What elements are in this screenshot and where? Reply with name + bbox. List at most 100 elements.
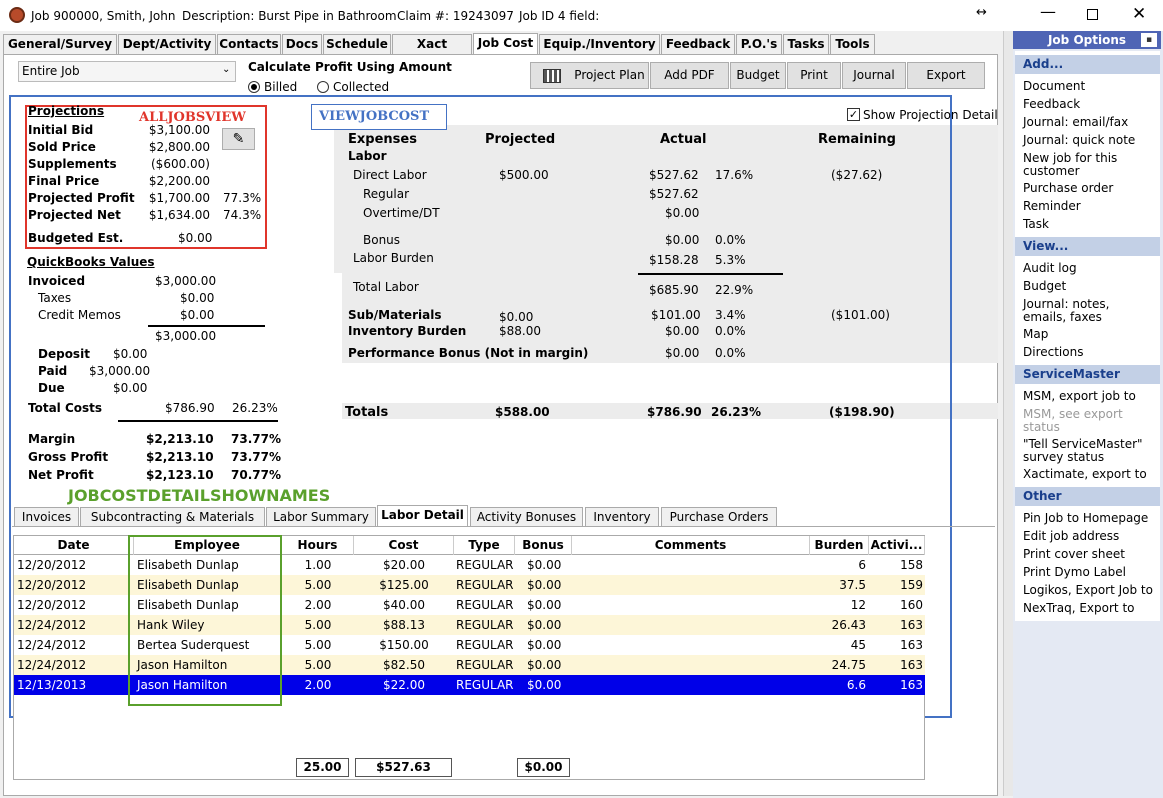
- budgeted-value: $0.00: [178, 231, 213, 245]
- due-value: $0.00: [113, 381, 148, 395]
- column-header[interactable]: Hours: [282, 536, 354, 555]
- sidebar-item[interactable]: Journal: quick note: [1023, 134, 1153, 147]
- tab-xact-status[interactable]: Xact Status: [392, 34, 472, 69]
- summary-pct: 73.77%: [231, 450, 281, 464]
- sidebar-item[interactable]: MSM, export job to: [1023, 390, 1153, 403]
- edit-projections-button[interactable]: ✎: [222, 128, 255, 150]
- table-cell: $40.00: [383, 598, 425, 612]
- job-scope-select[interactable]: Entire Job ⌄: [18, 61, 236, 82]
- tab-tools[interactable]: Tools: [830, 34, 875, 54]
- total-costs-divider: [118, 420, 278, 422]
- minimize-button[interactable]: —: [1040, 2, 1056, 21]
- labor-burden-pct: 5.3%: [715, 253, 746, 267]
- show-detail-label: Show Projection Detail: [863, 108, 998, 122]
- table-cell: 5.00: [304, 618, 332, 632]
- sidebar-item[interactable]: Journal: email/fax: [1023, 116, 1153, 129]
- billed-label: Billed: [264, 80, 298, 94]
- column-header[interactable]: Cost: [354, 536, 454, 555]
- journal-button[interactable]: Journal: [842, 62, 906, 89]
- performance-bonus-actual: $0.00: [665, 346, 700, 360]
- sidebar-item[interactable]: Directions: [1023, 346, 1153, 359]
- maximize-button[interactable]: [1087, 9, 1098, 20]
- column-header[interactable]: Date: [14, 536, 134, 555]
- sidebar-item[interactable]: Logikos, Export Job to: [1023, 584, 1153, 597]
- summary-pct: 70.77%: [231, 468, 281, 482]
- table-cell: 163: [900, 658, 923, 672]
- table-cell: $0.00: [527, 578, 562, 592]
- project-plan-button[interactable]: Project Plan: [530, 62, 649, 89]
- tab-subcontracting-materials[interactable]: Subcontracting & Materials: [80, 507, 265, 527]
- sidebar-item[interactable]: NexTraq, Export to: [1023, 602, 1153, 615]
- tab-feedback[interactable]: Feedback: [661, 34, 735, 54]
- tab-schedule[interactable]: Schedule: [323, 34, 391, 54]
- sidebar-item[interactable]: Xactimate, export to: [1023, 468, 1153, 481]
- tab-equip-inventory[interactable]: Equip./Inventory: [539, 34, 660, 54]
- sidebar-item[interactable]: Feedback: [1023, 98, 1153, 111]
- tab-tasks[interactable]: Tasks: [783, 34, 829, 54]
- total-labor-label: Total Labor: [353, 280, 419, 294]
- tab-dept-activity[interactable]: Dept/Activity: [118, 34, 216, 54]
- sidebar-item[interactable]: Edit job address: [1023, 530, 1153, 543]
- bonus-label: Bonus: [363, 233, 401, 247]
- column-header[interactable]: Comments: [572, 536, 810, 555]
- budget-button[interactable]: Budget: [730, 62, 786, 89]
- projection-value: ($600.00): [151, 157, 210, 171]
- overtime-label: Overtime/DT: [363, 206, 440, 220]
- table-cell: [572, 615, 810, 635]
- chevron-down-icon: ⌄: [222, 64, 231, 75]
- viewjobcost-annotation: VIEWJOBCOST: [319, 109, 430, 124]
- collected-radio[interactable]: [317, 81, 329, 93]
- sidebar-item[interactable]: Budget: [1023, 280, 1153, 293]
- sidebar-scrollbar[interactable]: [1003, 31, 1013, 796]
- tab-purchase-orders[interactable]: Purchase Orders: [661, 507, 777, 527]
- column-header[interactable]: Type: [454, 536, 515, 555]
- resize-icon[interactable]: ↔: [976, 5, 987, 20]
- tab-activity-bonuses[interactable]: Activity Bonuses: [470, 507, 583, 527]
- sub-materials-pct: 3.4%: [715, 308, 746, 322]
- tab-pos[interactable]: P.O.'s: [736, 34, 782, 54]
- table-cell: 12/24/2012: [17, 638, 87, 652]
- tab-labor-summary[interactable]: Labor Summary: [266, 507, 376, 527]
- add-pdf-button[interactable]: Add PDF: [650, 62, 729, 89]
- sidebar-item[interactable]: Document: [1023, 80, 1153, 93]
- sidebar-item[interactable]: Journal: notes, emails, faxes: [1023, 298, 1153, 324]
- billed-radio[interactable]: [248, 81, 260, 93]
- sidebar-item[interactable]: "Tell ServiceMaster" survey status: [1023, 438, 1153, 464]
- tab-job-cost[interactable]: Job Cost: [473, 33, 538, 54]
- sidebar-item[interactable]: Print cover sheet: [1023, 548, 1153, 561]
- table-cell: $0.00: [527, 638, 562, 652]
- sidebar-item[interactable]: Map: [1023, 328, 1153, 341]
- sidebar-item[interactable]: Task: [1023, 218, 1153, 231]
- table-cell: REGULAR: [456, 578, 514, 592]
- sidebar-item[interactable]: Pin Job to Homepage: [1023, 512, 1153, 525]
- credit-memos-value: $0.00: [180, 308, 215, 322]
- tab-inventory[interactable]: Inventory: [585, 507, 659, 527]
- bonus-actual: $0.00: [665, 233, 700, 247]
- sidebar-item[interactable]: Reminder: [1023, 200, 1153, 213]
- summary-label: Margin: [28, 432, 76, 446]
- table-cell: $20.00: [383, 558, 425, 572]
- pin-icon[interactable]: ▪: [1141, 33, 1157, 47]
- column-header[interactable]: Bonus: [515, 536, 572, 555]
- regular-label: Regular: [363, 187, 410, 201]
- sidebar-item[interactable]: New job for this customer: [1023, 152, 1153, 178]
- table-cell: 24.75: [831, 658, 866, 672]
- sidebar-item[interactable]: Print Dymo Label: [1023, 566, 1153, 579]
- print-button[interactable]: Print: [787, 62, 841, 89]
- tab-general-survey[interactable]: General/Survey: [3, 34, 117, 54]
- export-button[interactable]: Export: [907, 62, 985, 89]
- column-header[interactable]: Burden: [810, 536, 869, 555]
- table-cell: 6.6: [846, 678, 866, 692]
- column-header[interactable]: Activi...: [869, 536, 925, 555]
- sidebar-item[interactable]: MSM, see export status: [1023, 408, 1153, 434]
- tab-labor-detail[interactable]: Labor Detail: [377, 505, 468, 527]
- sidebar-item[interactable]: Audit log: [1023, 262, 1153, 275]
- sub-materials-remaining: ($101.00): [831, 308, 890, 322]
- sidebar-item[interactable]: Purchase order: [1023, 182, 1153, 195]
- tab-invoices[interactable]: Invoices: [14, 507, 79, 527]
- close-button[interactable]: ✕: [1132, 4, 1146, 24]
- show-detail-checkbox[interactable]: ✓: [847, 108, 860, 121]
- tab-contacts[interactable]: Contacts: [217, 34, 281, 54]
- calc-profit-label: Calculate Profit Using Amount: [248, 60, 452, 74]
- tab-docs[interactable]: Docs: [282, 34, 322, 54]
